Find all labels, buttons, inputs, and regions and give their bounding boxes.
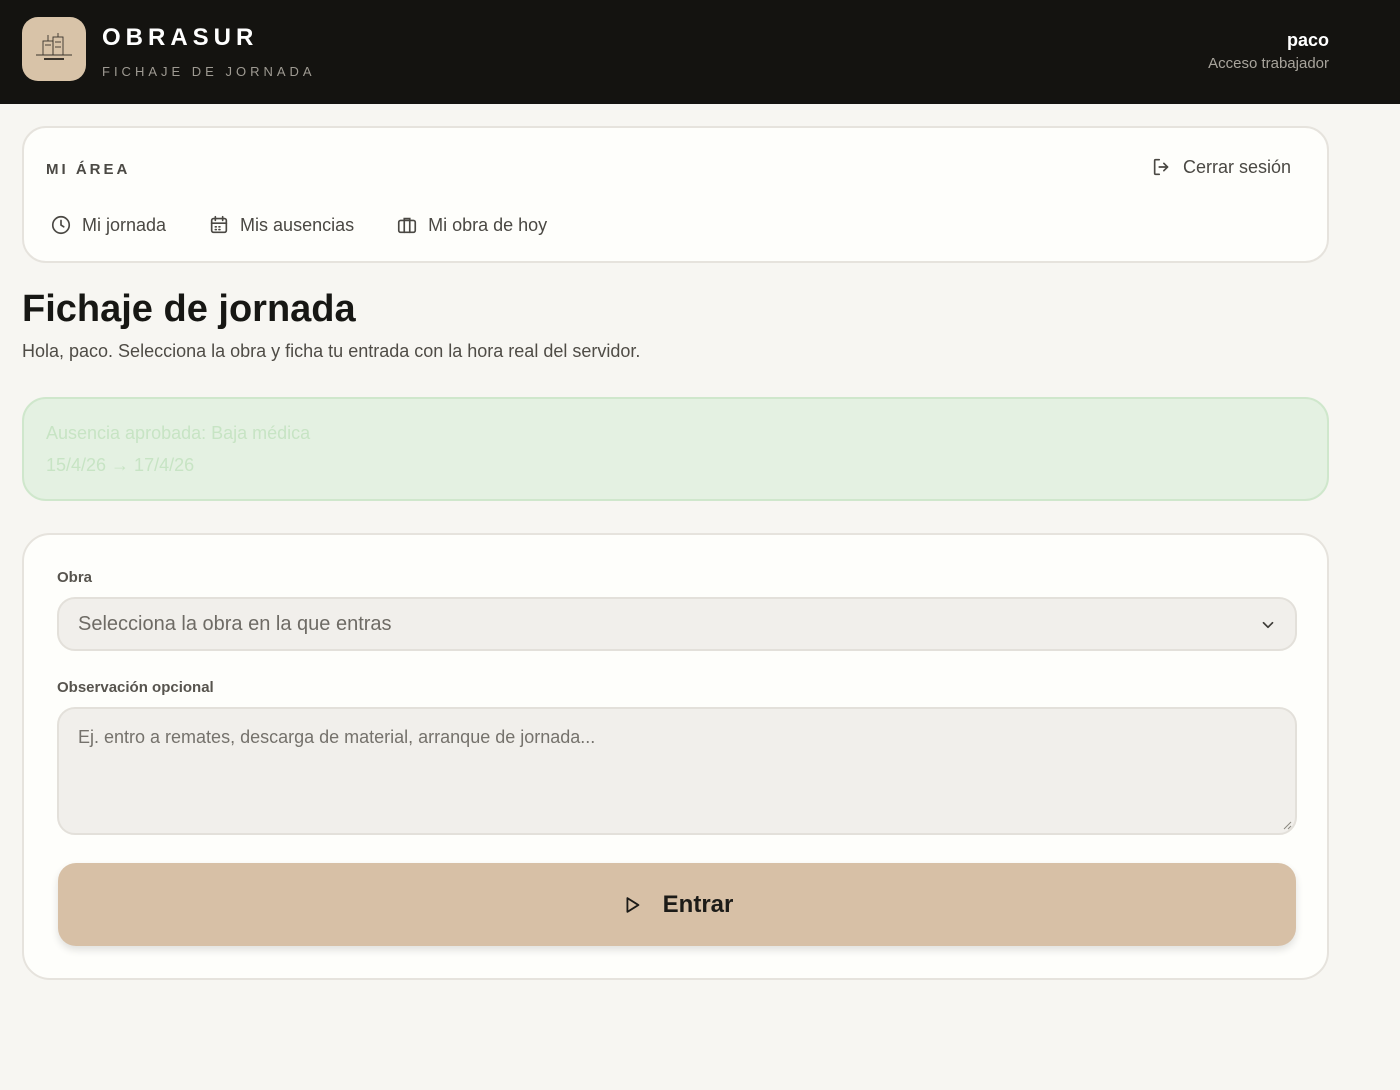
calendar-icon: [210, 215, 228, 234]
logout-icon: [1153, 158, 1169, 176]
user-role: Acceso trabajador: [1208, 55, 1329, 72]
absence-banner: Ausencia aprobada: Baja médica 15/4/26 →…: [22, 397, 1329, 501]
chevron-down-icon: [1262, 621, 1274, 629]
observation-label: Observación opcional: [57, 679, 214, 696]
clock-icon: [51, 215, 71, 235]
page-subtitle: Hola, paco. Selecciona la obra y ficha t…: [22, 341, 641, 361]
nav-item-mis-ausencias[interactable]: Mis ausencias: [208, 214, 354, 236]
nav-item-label: Mi jornada: [82, 214, 167, 235]
user-name: paco: [1286, 30, 1329, 50]
area-title: MI ÁREA: [46, 161, 131, 178]
obra-label: Obra: [57, 569, 93, 586]
nav-item-label: Mis ausencias: [240, 214, 355, 235]
area-nav: Mi jornada Mis ausencias Mi obra de hoy: [50, 214, 547, 236]
obra-select-placeholder: Selecciona la obra en la que entras: [78, 613, 392, 635]
enter-button[interactable]: Entrar: [58, 863, 1296, 946]
page-title: Fichaje de jornada: [22, 288, 356, 330]
observation-placeholder: Ej. entro a remates, descarga de materia…: [78, 727, 596, 747]
play-icon: [626, 896, 639, 913]
absence-dates: 15/4/26 → 17/4/26: [46, 455, 195, 475]
brand-subtitle: FICHAJE DE JORNADA: [102, 64, 316, 79]
obra-select[interactable]: Selecciona la obra en la que entras: [57, 597, 1297, 651]
nav-item-mi-obra-de-hoy[interactable]: Mi obra de hoy: [396, 214, 547, 236]
logout-button[interactable]: Cerrar sesión: [1151, 156, 1291, 178]
resize-handle-icon[interactable]: [1282, 820, 1292, 830]
absence-title: Ausencia aprobada: Baja médica: [46, 423, 311, 443]
briefcase-icon: [398, 217, 417, 234]
nav-item-label: Mi obra de hoy: [428, 214, 548, 235]
enter-button-label: Entrar: [662, 890, 734, 918]
brand-name: OBRASUR: [102, 24, 259, 51]
logo: [22, 17, 86, 81]
observation-textarea[interactable]: Ej. entro a remates, descarga de materia…: [57, 707, 1297, 835]
clock-in-form: Obra Selecciona la obra en la que entras…: [22, 533, 1329, 980]
building-blueprint-icon: [36, 33, 72, 60]
nav-item-mi-jornada[interactable]: Mi jornada: [50, 214, 166, 236]
top-header: OBRASUR FICHAJE DE JORNADA paco Acceso t…: [0, 0, 1400, 104]
my-area-card: MI ÁREA Cerrar sesión Mi jornada Mis aus…: [22, 126, 1329, 263]
logout-label: Cerrar sesión: [1182, 156, 1291, 177]
